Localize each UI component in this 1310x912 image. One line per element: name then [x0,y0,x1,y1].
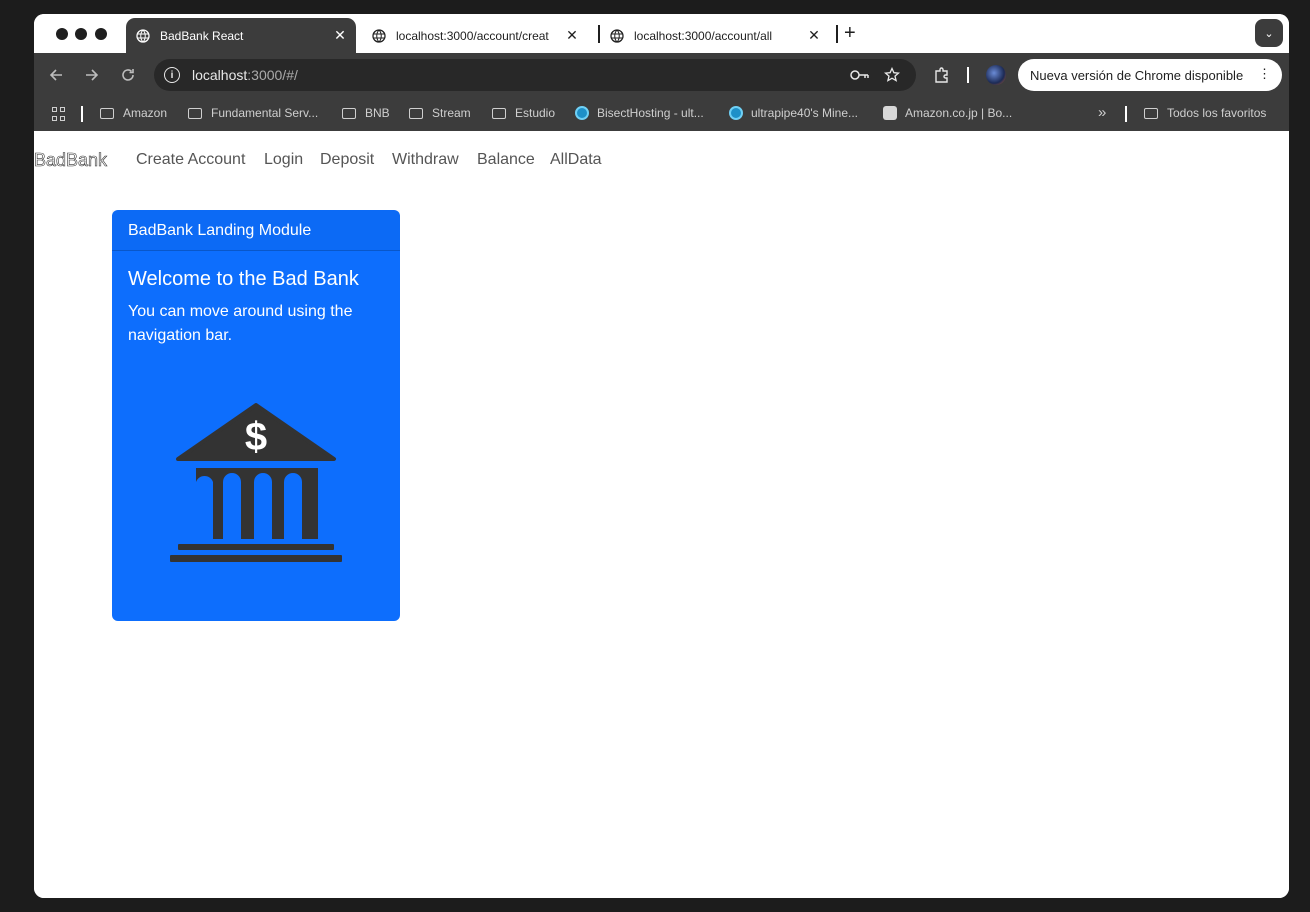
url-host: localhost [192,67,248,83]
bookmark-label: Amazon.co.jp | Bo... [905,106,1013,120]
bookmark-amazon-jp[interactable]: Amazon.co.jp | Bo... [883,106,1012,120]
reload-icon [122,69,134,81]
bookmark-folder-fundamental[interactable]: Fundamental Serv... [188,106,318,120]
folder-icon [409,107,423,119]
toolbar-divider [967,67,969,83]
avatar-icon[interactable] [986,65,1006,85]
folder-icon [188,107,202,119]
bookmarks-overflow-icon[interactable]: » [1098,104,1106,121]
puzzle-icon[interactable] [933,66,951,84]
landing-card: BadBank Landing Module Welcome to the Ba… [112,210,400,621]
bisecthosting-icon [729,106,743,120]
folder-icon [342,107,356,119]
back-arrow-icon [49,69,62,81]
bookmarks-divider [1125,106,1127,122]
tab-search-button[interactable]: ⌄ [1255,19,1283,47]
bookmark-label: Fundamental Serv... [211,106,319,120]
vertical-dots-icon[interactable]: ⋮ [1258,66,1271,82]
tab-strip: BadBank React ✕ localhost:3000/account/c… [34,14,1289,53]
chevron-down-icon: ⌄ [1264,27,1274,40]
forward-button[interactable] [81,64,103,86]
bisecthosting-icon [575,106,589,120]
chrome-update-button[interactable]: Nueva versión de Chrome disponible ⋮ [1018,59,1282,91]
bookmark-folder-stream[interactable]: Stream [409,106,471,120]
key-icon[interactable] [850,68,870,82]
tab-badbank-react[interactable]: BadBank React ✕ [126,18,356,53]
maximize-window-button[interactable] [95,28,107,40]
update-label: Nueva versión de Chrome disponible [1030,67,1244,83]
bookmark-ultrapipe[interactable]: ultrapipe40's Mine... [729,106,858,120]
bookmark-folder-bnb[interactable]: BNB [342,106,390,120]
bookmark-label: Stream [432,106,471,120]
tab-account-create[interactable]: localhost:3000/account/creat ✕ [362,18,588,53]
card-header: BadBank Landing Module [112,210,400,251]
close-window-button[interactable] [56,28,68,40]
nav-alldata[interactable]: AllData [550,151,602,169]
bookmark-label: Amazon [123,106,168,120]
navbar-brand[interactable]: BadBank [34,150,107,171]
svg-text:$: $ [245,415,267,459]
bookmark-label: ultrapipe40's Mine... [751,106,859,120]
info-icon[interactable]: i [164,67,180,83]
tab-title: BadBank React [160,28,244,43]
nav-balance[interactable]: Balance [477,151,535,169]
url-text[interactable]: localhost:3000/#/ [192,67,298,83]
nav-login[interactable]: Login [264,151,303,169]
browser-toolbar: i localhost:3000/#/ Nueva versión de Chr… [34,53,1289,97]
close-tab-icon[interactable]: ✕ [804,27,824,44]
bookmark-all-favorites[interactable]: Todos los favoritos [1144,106,1266,120]
bank-icon: $ [170,403,342,562]
bookmarks-divider [81,106,83,122]
amazon-jp-icon [883,106,897,120]
url-path: :3000/#/ [247,67,298,83]
close-tab-icon[interactable]: ✕ [330,27,350,44]
folder-icon [1144,107,1158,119]
bookmark-label: BNB [365,106,390,120]
nav-deposit[interactable]: Deposit [320,151,374,169]
star-icon[interactable] [884,67,900,83]
tab-account-all[interactable]: localhost:3000/account/all ✕ [600,18,830,53]
bookmark-label: Estudio [515,106,556,120]
globe-icon [610,28,624,43]
browser-window: BadBank React ✕ localhost:3000/account/c… [34,14,1289,898]
minimize-window-button[interactable] [75,28,87,40]
forward-arrow-icon [86,69,99,81]
card-text: You can move around using the navigation… [128,303,353,344]
folder-icon [100,107,114,119]
address-bar[interactable]: i localhost:3000/#/ [154,59,916,91]
reload-button[interactable] [117,64,139,86]
tab-title: localhost:3000/account/all [634,28,773,43]
bookmark-folder-estudio[interactable]: Estudio [492,106,555,120]
globe-icon [372,28,386,43]
apps-grid-icon[interactable] [52,107,66,121]
folder-icon [492,107,506,119]
nav-create-account[interactable]: Create Account [136,151,245,169]
web-page: BadBank Create Account Login Deposit Wit… [34,131,1289,898]
close-tab-icon[interactable]: ✕ [562,27,582,44]
app-navbar: BadBank Create Account Login Deposit Wit… [34,131,1289,189]
bookmarks-bar: Amazon Fundamental Serv... BNB Stream Es… [34,97,1289,131]
new-tab-button[interactable]: + [844,22,856,45]
bookmark-bisecthosting[interactable]: BisectHosting - ult... [575,106,704,120]
nav-withdraw[interactable]: Withdraw [392,151,459,169]
bookmark-label: BisectHosting - ult... [597,106,704,120]
bookmark-label: Todos los favoritos [1167,106,1267,120]
tab-divider [836,25,838,43]
tab-title: localhost:3000/account/creat [396,28,549,43]
globe-icon [136,28,150,43]
card-title: Welcome to the Bad Bank [128,268,359,290]
back-button[interactable] [45,64,67,86]
bookmark-folder-amazon[interactable]: Amazon [100,106,167,120]
